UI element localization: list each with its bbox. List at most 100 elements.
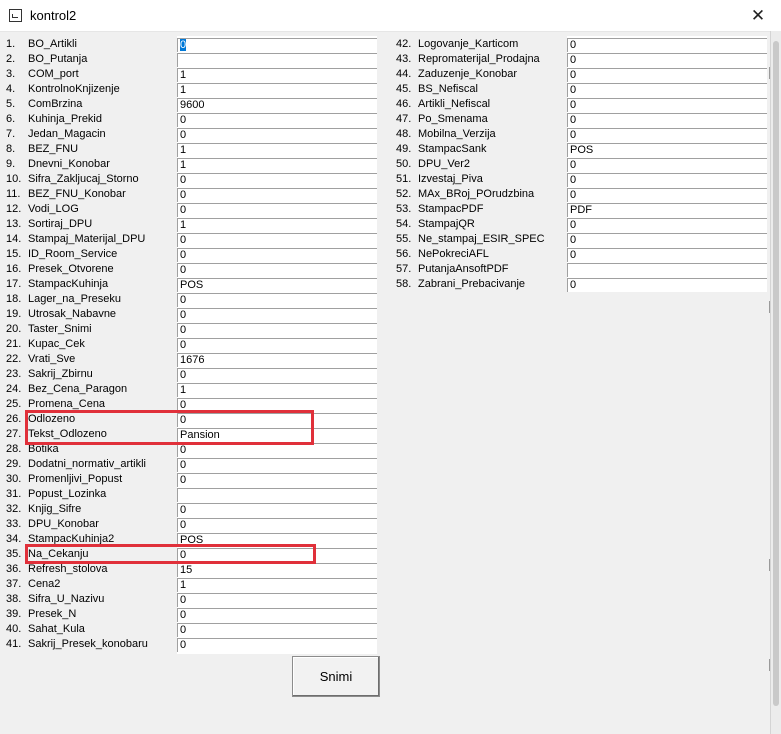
field-value-input[interactable]: 0	[567, 38, 767, 52]
field-value-input[interactable]: 0	[177, 623, 377, 637]
field-value: 0	[180, 474, 187, 486]
field-value-input[interactable]: 0	[567, 83, 767, 97]
field-value: PDF	[570, 204, 592, 216]
field-value-input[interactable]: 0	[177, 368, 377, 382]
field-value: 0	[180, 459, 187, 471]
field-label: DPU_Ver2	[418, 158, 470, 170]
field-number: 35.	[6, 548, 22, 560]
field-value-input[interactable]: POS	[567, 143, 767, 157]
field-value-input[interactable]: 0	[177, 473, 377, 487]
field-number: 26.	[6, 413, 22, 425]
field-number: 20.	[6, 323, 22, 335]
field-value-input[interactable]	[567, 263, 767, 277]
field-value-input[interactable]: 0	[567, 233, 767, 247]
close-button[interactable]: ✕	[735, 0, 781, 31]
field-row: 26. Odlozeno 0	[0, 412, 770, 427]
field-value-input[interactable]: 1	[177, 383, 377, 397]
field-value-input[interactable]: 0	[567, 278, 767, 292]
field-value: POS	[180, 534, 204, 546]
field-number: 33.	[6, 518, 22, 530]
field-label: PutanjaAnsoftPDF	[418, 263, 509, 275]
field-value-input[interactable]: 0	[177, 503, 377, 517]
field-value-input[interactable]: 1676	[177, 353, 377, 367]
field-value-input[interactable]: 0	[177, 398, 377, 412]
field-row: 22. Vrati_Sve 1676	[0, 352, 770, 367]
field-row: 57. PutanjaAnsoftPDF	[0, 262, 770, 277]
scrollbar-thumb[interactable]	[773, 41, 779, 706]
field-value-input[interactable]: POS	[177, 533, 377, 547]
field-label: StampacPDF	[418, 203, 484, 215]
field-value-input[interactable]: 0	[177, 413, 377, 427]
field-number: 39.	[6, 608, 22, 620]
save-button[interactable]: Snimi	[292, 656, 380, 697]
field-value-input[interactable]: 0	[567, 248, 767, 262]
field-value: 0	[180, 624, 187, 636]
field-number: 48.	[396, 128, 412, 140]
field-value-input[interactable]: 0	[567, 98, 767, 112]
field-value: 0	[180, 309, 187, 321]
field-label: Lager_na_Preseku	[28, 293, 121, 305]
field-number: 47.	[396, 113, 412, 125]
close-icon: ✕	[750, 5, 766, 26]
field-label: Presek_N	[28, 608, 77, 620]
field-value-input[interactable]: 0	[567, 68, 767, 82]
field-value-input[interactable]: 0	[177, 293, 377, 307]
field-number: 23.	[6, 368, 22, 380]
field-label: Sakrij_Zbirnu	[28, 368, 93, 380]
field-value-input[interactable]	[177, 488, 377, 502]
field-value-input[interactable]: 0	[567, 188, 767, 202]
field-value-input[interactable]: Pansion	[177, 428, 377, 442]
field-value: 0	[570, 189, 577, 201]
field-label: Sakrij_Presek_konobaru	[28, 638, 148, 650]
field-value-input[interactable]: 0	[567, 128, 767, 142]
field-value-input[interactable]: 0	[177, 548, 377, 562]
field-row: 44. Zaduzenje_Konobar 0	[0, 67, 770, 82]
field-value-input[interactable]: 0	[177, 608, 377, 622]
field-value-input[interactable]: 0	[177, 338, 377, 352]
field-row: 32. Knjig_Sifre 0	[0, 502, 770, 517]
field-value-input[interactable]: PDF	[567, 203, 767, 217]
field-row: 25. Promena_Cena 0	[0, 397, 770, 412]
field-number: 19.	[6, 308, 22, 320]
field-label: Tekst_Odlozeno	[28, 428, 107, 440]
field-row: 21. Kupac_Cek 0	[0, 337, 770, 352]
field-row: 38. Sifra_U_Nazivu 0	[0, 592, 770, 607]
field-value-input[interactable]: 0	[567, 113, 767, 127]
field-number: 22.	[6, 353, 22, 365]
field-value-input[interactable]: 0	[177, 638, 377, 652]
field-label: Bez_Cena_Paragon	[28, 383, 128, 395]
field-value-input[interactable]: 0	[177, 458, 377, 472]
field-value-input[interactable]: 0	[567, 158, 767, 172]
field-label: Sahat_Kula	[28, 623, 85, 635]
field-value-input[interactable]: 15	[177, 563, 377, 577]
window-title: kontrol2	[30, 8, 77, 23]
field-row: 27. Tekst_Odlozeno Pansion	[0, 427, 770, 442]
window-scrollbar[interactable]	[770, 31, 781, 734]
field-value-input[interactable]: 0	[177, 443, 377, 457]
field-number: 53.	[396, 203, 412, 215]
field-value-input[interactable]: 0	[567, 173, 767, 187]
field-label: Utrosak_Nabavne	[28, 308, 117, 320]
field-label: NePokreciAFL	[418, 248, 489, 260]
field-row: 43. Repromaterijal_Prodajna 0	[0, 52, 770, 67]
field-label: Cena2	[28, 578, 61, 590]
field-label: Taster_Snimi	[28, 323, 92, 335]
field-number: 44.	[396, 68, 412, 80]
field-value-input[interactable]: 0	[567, 218, 767, 232]
field-value-input[interactable]: 0	[177, 593, 377, 607]
field-row: 23. Sakrij_Zbirnu 0	[0, 367, 770, 382]
field-value-input[interactable]: 0	[177, 323, 377, 337]
field-number: 18.	[6, 293, 22, 305]
field-value: 15	[180, 564, 193, 576]
field-value: 0	[180, 639, 187, 651]
field-value: Pansion	[180, 429, 220, 441]
field-value-input[interactable]: 1	[177, 578, 377, 592]
field-row: 41. Sakrij_Presek_konobaru 0	[0, 637, 770, 652]
field-value-input[interactable]: 0	[177, 308, 377, 322]
field-value-input[interactable]: 0	[567, 53, 767, 67]
field-value-input[interactable]: 0	[177, 518, 377, 532]
field-number: 40.	[6, 623, 22, 635]
field-number: 52.	[396, 188, 412, 200]
field-value: 0	[180, 414, 187, 426]
field-row: 54. StampajQR 0	[0, 217, 770, 232]
